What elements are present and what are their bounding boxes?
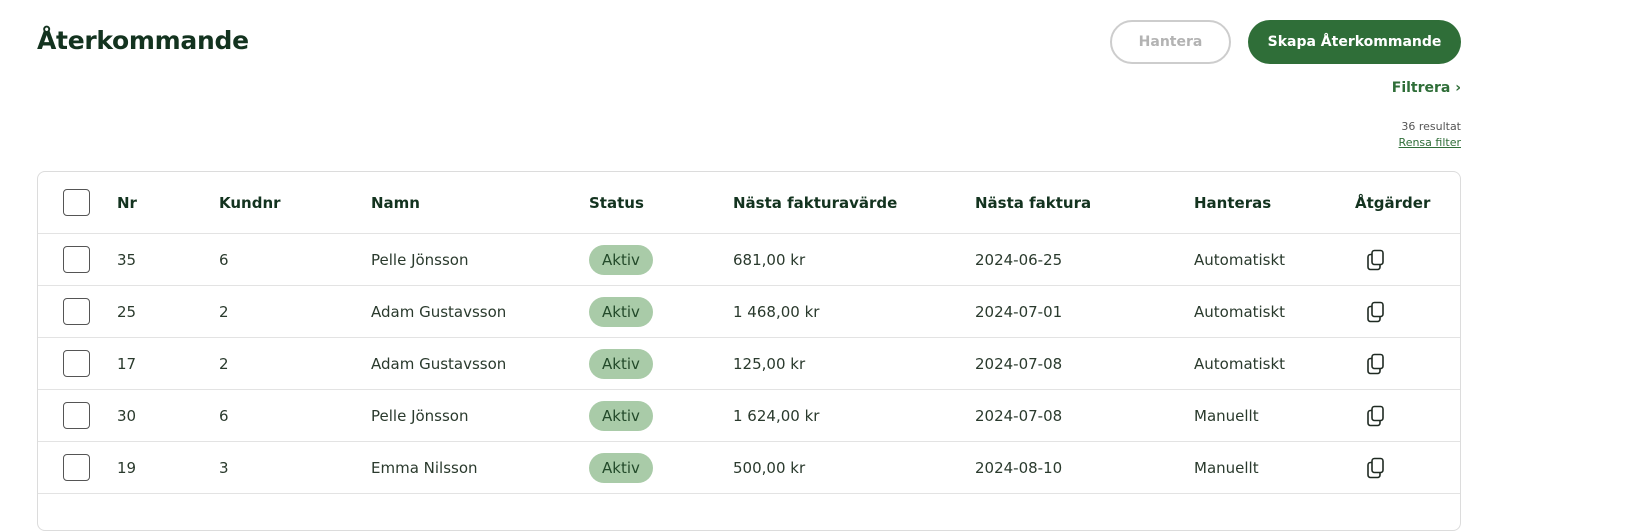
- copy-icon[interactable]: [1364, 248, 1388, 272]
- row-handled: Automatiskt: [1194, 250, 1286, 269]
- row-nr: 35: [117, 250, 137, 269]
- row-checkbox[interactable]: [63, 402, 90, 429]
- row-name: Pelle Jönsson: [371, 406, 469, 425]
- row-next-invoice-value: 1 468,00 kr: [733, 302, 820, 321]
- row-status-cell: Aktiv: [589, 390, 653, 441]
- row-customer-nr: 3: [219, 458, 229, 477]
- table-row[interactable]: 30 6 Pelle Jönsson Aktiv 1 624,00 kr 202…: [38, 390, 1460, 442]
- row-status-cell: Aktiv: [589, 338, 653, 389]
- row-actions-cell: [1364, 234, 1388, 285]
- row-next-invoice-date: 2024-07-01: [975, 302, 1063, 321]
- row-next-invoice-value: 500,00 kr: [733, 458, 806, 477]
- row-checkbox[interactable]: [63, 298, 90, 325]
- header-next-invoice[interactable]: Nästa faktura: [975, 172, 1091, 233]
- select-all-checkbox[interactable]: [63, 189, 90, 216]
- row-customer-nr: 2: [219, 302, 229, 321]
- row-name: Adam Gustavsson: [371, 302, 507, 321]
- copy-icon[interactable]: [1364, 300, 1388, 324]
- select-all-cell: [63, 172, 90, 233]
- create-recurring-button[interactable]: Skapa Återkommande: [1248, 20, 1461, 64]
- header-name[interactable]: Namn: [371, 172, 420, 233]
- row-name: Emma Nilsson: [371, 458, 478, 477]
- row-actions-cell: [1364, 338, 1388, 389]
- copy-icon[interactable]: [1364, 456, 1388, 480]
- row-next-invoice-value: 681,00 kr: [733, 250, 806, 269]
- row-nr: 25: [117, 302, 137, 321]
- row-handled: Manuellt: [1194, 406, 1259, 425]
- table-header-row: Nr Kundnr Namn Status Nästa fakturavärde…: [38, 172, 1460, 234]
- row-next-invoice-date: 2024-07-08: [975, 406, 1063, 425]
- table-row[interactable]: 35 6 Pelle Jönsson Aktiv 681,00 kr 2024-…: [38, 234, 1460, 286]
- status-badge: Aktiv: [589, 348, 653, 379]
- row-name: Pelle Jönsson: [371, 250, 469, 269]
- table-row[interactable]: 17 2 Adam Gustavsson Aktiv 125,00 kr 202…: [38, 338, 1460, 390]
- filter-link[interactable]: Filtrera ›: [1392, 80, 1461, 96]
- row-select-cell: [63, 390, 90, 441]
- row-next-invoice-value: 1 624,00 kr: [733, 406, 820, 425]
- copy-icon[interactable]: [1364, 352, 1388, 376]
- status-badge: Aktiv: [589, 452, 653, 483]
- status-badge: Aktiv: [589, 400, 653, 431]
- header-next-invoice-value[interactable]: Nästa fakturavärde: [733, 172, 897, 233]
- row-checkbox[interactable]: [63, 454, 90, 481]
- table-row[interactable]: 25 2 Adam Gustavsson Aktiv 1 468,00 kr 2…: [38, 286, 1460, 338]
- row-actions-cell: [1364, 442, 1388, 493]
- row-status-cell: Aktiv: [589, 442, 653, 493]
- row-status-cell: Aktiv: [589, 234, 653, 285]
- row-handled: Automatiskt: [1194, 354, 1286, 373]
- row-handled: Automatiskt: [1194, 302, 1286, 321]
- row-nr: 19: [117, 458, 137, 477]
- status-badge: Aktiv: [589, 296, 653, 327]
- row-customer-nr: 2: [219, 354, 229, 373]
- row-handled: Manuellt: [1194, 458, 1259, 477]
- row-status-cell: Aktiv: [589, 286, 653, 337]
- header-handled[interactable]: Hanteras: [1194, 172, 1271, 233]
- row-next-invoice-date: 2024-07-08: [975, 354, 1063, 373]
- row-select-cell: [63, 286, 90, 337]
- row-next-invoice-date: 2024-06-25: [975, 250, 1063, 269]
- row-next-invoice-value: 125,00 kr: [733, 354, 806, 373]
- row-checkbox[interactable]: [63, 350, 90, 377]
- status-badge: Aktiv: [589, 244, 653, 275]
- row-actions-cell: [1364, 390, 1388, 441]
- copy-icon[interactable]: [1364, 404, 1388, 428]
- row-nr: 17: [117, 354, 137, 373]
- row-checkbox[interactable]: [63, 246, 90, 273]
- table-row[interactable]: 19 3 Emma Nilsson Aktiv 500,00 kr 2024-0…: [38, 442, 1460, 494]
- manage-button[interactable]: Hantera: [1110, 20, 1231, 64]
- header-actions: Åtgärder: [1355, 193, 1431, 212]
- clear-filter-link[interactable]: Rensa filter: [1399, 136, 1461, 149]
- recurring-table: Nr Kundnr Namn Status Nästa fakturavärde…: [37, 171, 1461, 531]
- row-customer-nr: 6: [219, 406, 229, 425]
- row-name: Adam Gustavsson: [371, 354, 507, 373]
- page-title: Återkommande: [37, 26, 249, 55]
- row-select-cell: [63, 442, 90, 493]
- header-nr[interactable]: Nr: [117, 172, 137, 233]
- row-select-cell: [63, 234, 90, 285]
- row-nr: 30: [117, 406, 137, 425]
- row-customer-nr: 6: [219, 250, 229, 269]
- result-count: 36 resultat: [1401, 120, 1461, 133]
- header-status[interactable]: Status: [589, 172, 644, 233]
- row-actions-cell: [1364, 286, 1388, 337]
- header-customer-nr[interactable]: Kundnr: [219, 172, 281, 233]
- row-select-cell: [63, 338, 90, 389]
- row-next-invoice-date: 2024-08-10: [975, 458, 1063, 477]
